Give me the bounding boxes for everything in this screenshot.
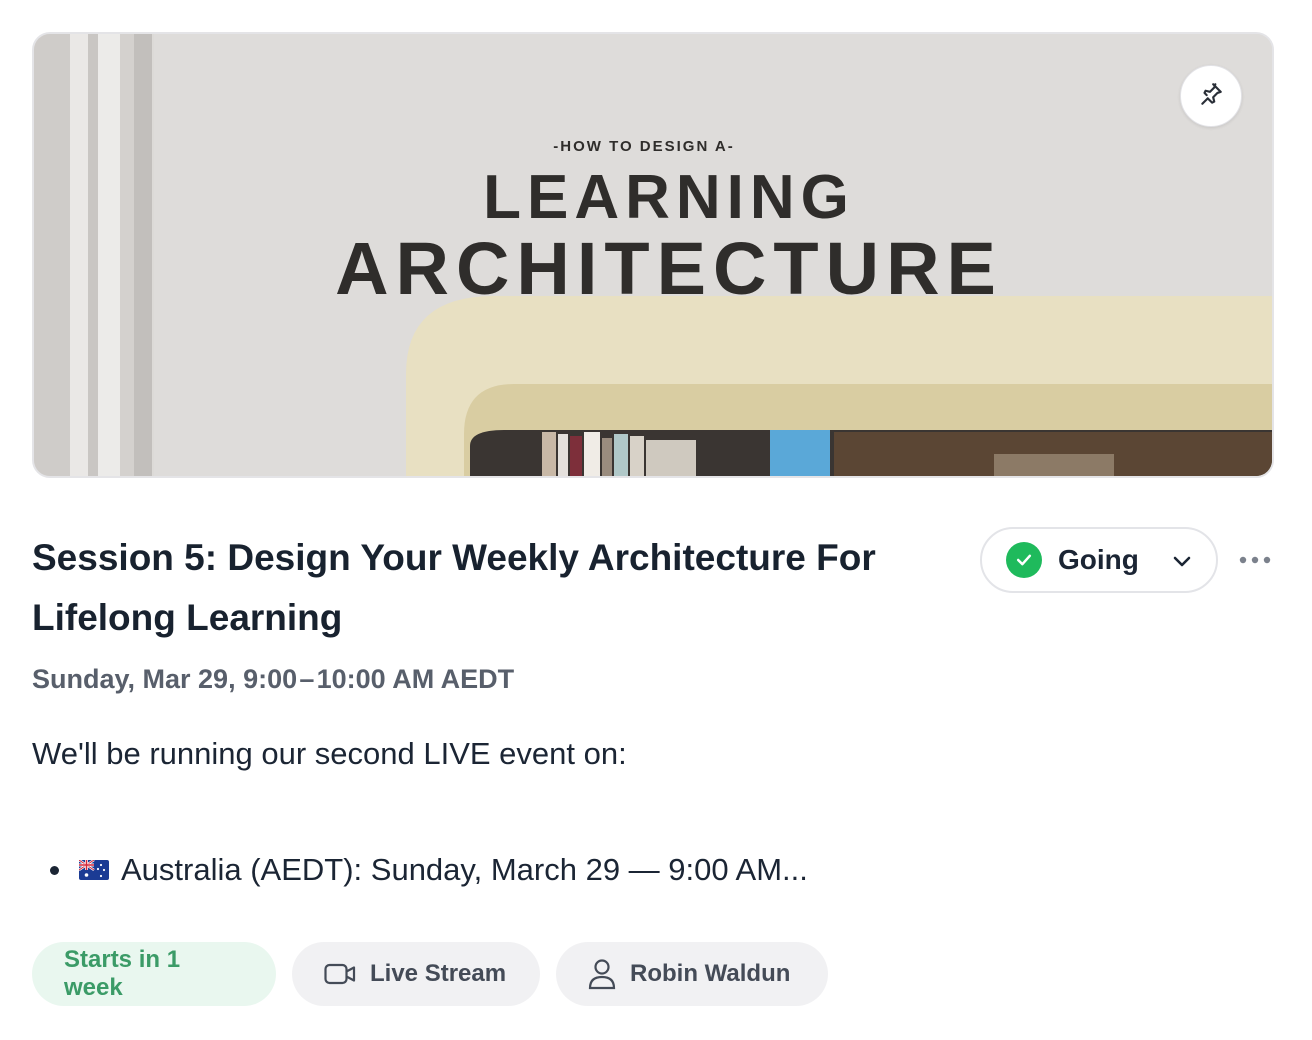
event-description: We'll be running our second LIVE event o… <box>32 736 627 771</box>
event-cover-image: -HOW TO DESIGN A- LEARNING ARCHITECTURE <box>32 32 1274 478</box>
bullet-text: Australia (AEDT): Sunday, March 29 — 9:0… <box>121 852 808 887</box>
cover-headline-line2: ARCHITECTURE <box>335 227 1003 310</box>
host-name: Robin Waldun <box>630 960 791 987</box>
user-icon <box>588 958 616 990</box>
event-title: Session 5: Design Your Weekly Architectu… <box>32 537 876 638</box>
australia-flag-icon <box>78 852 109 888</box>
pin-icon <box>1198 81 1224 112</box>
rsvp-status-dropdown[interactable]: Going <box>980 527 1218 593</box>
chevron-down-icon <box>1170 549 1194 578</box>
host-chip[interactable]: Robin Waldun <box>556 942 828 1006</box>
more-horizontal-icon <box>1239 551 1271 569</box>
pin-button[interactable] <box>1180 65 1242 127</box>
video-camera-icon <box>324 963 356 985</box>
event-datetime: Sunday, Mar 29, 9:00 – 10:00 AM AEDT <box>32 664 515 694</box>
starts-in-label: Starts in 1 week <box>64 946 181 1001</box>
cover-headline-line1: LEARNING <box>483 163 855 232</box>
live-stream-label: Live Stream <box>370 960 507 987</box>
starts-in-badge: Starts in 1 week <box>32 942 276 1006</box>
rsvp-status-label: Going <box>1058 544 1139 575</box>
more-options-button[interactable] <box>1236 548 1274 572</box>
cover-kicker-text: -HOW TO DESIGN A- <box>553 138 735 155</box>
check-icon <box>1006 542 1042 578</box>
bullet-dot <box>50 865 59 875</box>
live-stream-chip[interactable]: Live Stream <box>292 942 540 1006</box>
list-item: Australia (AEDT): Sunday, March 29 — 9:0… <box>50 850 808 890</box>
